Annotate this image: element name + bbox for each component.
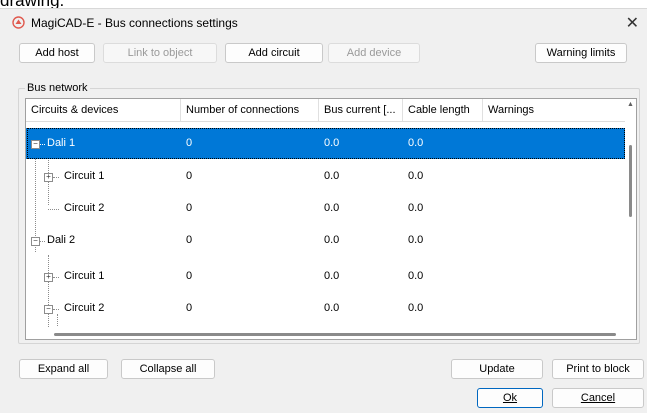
expand-icon[interactable]: + bbox=[44, 273, 53, 282]
tree-row-dali-2[interactable]: − Dali 2 0 0.0 0.0 bbox=[26, 225, 626, 256]
horizontal-scroll-thumb[interactable] bbox=[54, 333, 616, 336]
update-button[interactable]: Update bbox=[451, 359, 543, 379]
bus-network-tree-grid[interactable]: Circuits & devices Number of connections… bbox=[25, 98, 637, 340]
title-bar: MagiCAD-E - Bus connections settings ✕ bbox=[0, 9, 647, 37]
cancel-button[interactable]: Cancel bbox=[552, 388, 644, 408]
row-cable-length: 0.0 bbox=[408, 270, 424, 282]
tree-connector bbox=[40, 241, 45, 242]
row-connections: 0 bbox=[186, 137, 193, 149]
row-cable-length: 0.0 bbox=[408, 302, 424, 314]
tree-connector bbox=[53, 177, 59, 178]
row-bus-current: 0.0 bbox=[324, 202, 340, 214]
row-bus-current: 0.0 bbox=[324, 302, 340, 314]
link-to-object-button[interactable]: Link to object bbox=[103, 43, 217, 63]
row-name: Dali 1 bbox=[47, 137, 76, 149]
warning-limits-button[interactable]: Warning limits bbox=[535, 43, 627, 63]
row-connections: 0 bbox=[186, 270, 193, 282]
column-header-cable-length[interactable]: Cable length bbox=[403, 99, 483, 121]
scroll-up-arrow-icon[interactable]: ▲ bbox=[627, 101, 634, 108]
tree-row-circuit-1[interactable]: + Circuit 1 0 0.0 0.0 bbox=[26, 161, 626, 192]
column-header-number-of-connections[interactable]: Number of connections bbox=[181, 99, 319, 121]
tree-connector bbox=[48, 209, 59, 210]
row-name: Circuit 1 bbox=[64, 170, 105, 182]
row-cable-length: 0.0 bbox=[408, 202, 424, 214]
row-connections: 0 bbox=[186, 302, 193, 314]
vertical-scrollbar[interactable]: ▲ bbox=[625, 99, 636, 328]
expand-all-button[interactable]: Expand all bbox=[19, 359, 108, 379]
row-cable-length: 0.0 bbox=[408, 170, 424, 182]
magicad-app-icon bbox=[12, 16, 25, 29]
row-bus-current: 0.0 bbox=[324, 170, 340, 182]
tree-row-circuit-2[interactable]: Circuit 2 0 0.0 0.0 bbox=[26, 193, 626, 224]
bus-network-label: Bus network bbox=[25, 82, 90, 94]
collapse-all-button[interactable]: Collapse all bbox=[121, 359, 215, 379]
grid-header: Circuits & devices Number of connections… bbox=[26, 99, 626, 122]
close-icon[interactable]: ✕ bbox=[626, 13, 639, 33]
tree-connector bbox=[40, 144, 45, 145]
collapse-icon[interactable]: − bbox=[31, 237, 40, 246]
column-header-warnings[interactable]: Warnings bbox=[483, 99, 626, 121]
collapse-icon[interactable]: − bbox=[31, 140, 40, 149]
column-header-circuits-devices[interactable]: Circuits & devices bbox=[26, 99, 181, 121]
print-to-block-button[interactable]: Print to block bbox=[552, 359, 644, 379]
row-bus-current: 0.0 bbox=[324, 270, 340, 282]
tree-row-circuit-1[interactable]: + Circuit 1 0 0.0 0.0 bbox=[26, 261, 626, 292]
add-host-button[interactable]: Add host bbox=[19, 43, 95, 63]
row-connections: 0 bbox=[186, 234, 193, 246]
tree-connector bbox=[53, 309, 59, 310]
add-circuit-button[interactable]: Add circuit bbox=[225, 43, 323, 63]
expand-icon[interactable]: + bbox=[44, 173, 53, 182]
column-header-bus-current[interactable]: Bus current [... bbox=[319, 99, 403, 121]
ok-button[interactable]: Ok bbox=[477, 388, 543, 408]
row-cable-length: 0.0 bbox=[408, 137, 424, 149]
tree-line-child bbox=[57, 314, 58, 328]
horizontal-scrollbar[interactable] bbox=[26, 327, 626, 339]
row-cable-length: 0.0 bbox=[408, 234, 424, 246]
row-bus-current: 0.0 bbox=[324, 137, 340, 149]
bus-connections-dialog: MagiCAD-E - Bus connections settings ✕ A… bbox=[0, 8, 647, 413]
row-name: Circuit 2 bbox=[64, 202, 105, 214]
vertical-scroll-thumb[interactable] bbox=[629, 145, 632, 217]
row-connections: 0 bbox=[186, 170, 193, 182]
add-device-button[interactable]: Add device bbox=[328, 43, 420, 63]
tree-row-circuit-2[interactable]: − Circuit 2 0 0.0 0.0 bbox=[26, 293, 626, 328]
row-bus-current: 0.0 bbox=[324, 234, 340, 246]
row-name: Circuit 2 bbox=[64, 302, 105, 314]
row-connections: 0 bbox=[186, 202, 193, 214]
window-title: MagiCAD-E - Bus connections settings bbox=[31, 16, 238, 30]
tree-connector bbox=[53, 277, 59, 278]
row-name: Circuit 1 bbox=[64, 270, 105, 282]
collapse-icon[interactable]: − bbox=[44, 305, 53, 314]
tree-row-dali-1[interactable]: − Dali 1 0 0.0 0.0 bbox=[26, 128, 626, 159]
row-name: Dali 2 bbox=[47, 234, 76, 246]
